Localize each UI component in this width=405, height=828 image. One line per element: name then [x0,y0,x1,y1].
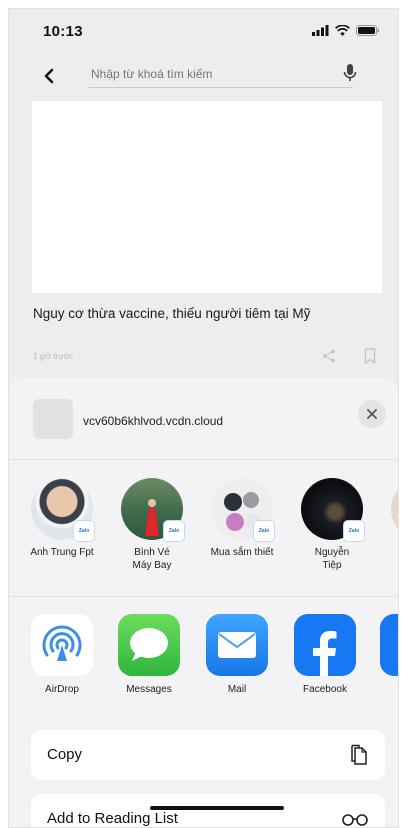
share-icon[interactable] [322,349,336,363]
phone-screen: 10:13 Nhập từ khoá tìm kiếm Nguy cơ thừa… [8,8,399,828]
zalo-badge: Zalo [343,520,365,542]
action-label: Copy [47,746,83,763]
app-mail[interactable]: Mail [202,614,272,695]
status-time: 10:13 [43,23,83,40]
wifi-icon [335,25,350,36]
person-contact[interactable]: T [377,478,398,559]
app-partial[interactable] [376,614,398,676]
person-name: Mua sắm thiết [210,547,274,558]
close-button[interactable] [358,400,386,428]
link-url: vcv60b6khlvod.vcdn.cloud [83,414,224,428]
search-input[interactable] [89,61,353,88]
app-label: AirDrop [45,684,79,695]
copy-action[interactable]: Copy [31,730,385,780]
zalo-badge: Zalo [253,520,275,542]
share-sheet: vcv60b6khlvod.vcdn.cloud Zalo Anh Trung … [9,378,398,827]
apps-row: AirDrop Messages Mail Facebook [9,614,398,704]
avatar: Zalo [31,478,95,542]
signal-icon [312,25,329,36]
bookmark-icon[interactable] [364,348,376,364]
divider [9,596,398,597]
link-thumbnail [33,399,73,439]
person-contact[interactable]: Zalo Anh Trung Fpt [17,478,107,559]
glasses-icon [342,814,368,826]
article-time: 1 giờ trước [33,352,73,361]
app-airdrop[interactable]: AirDrop [27,614,97,695]
avatar: Zalo [301,478,365,542]
avatar: Zalo [121,478,185,542]
zalo-badge: Zalo [73,520,95,542]
battery-icon [356,25,380,36]
actions-list: Copy Add to Reading List [31,730,385,827]
person-contact[interactable]: Zalo Nguyễn Tiệp [287,478,377,572]
app-facebook[interactable]: Facebook [290,614,360,695]
airdrop-icon [31,614,93,676]
app-label: Mail [227,684,247,695]
app-messages[interactable]: Messages [114,614,184,695]
person-contact[interactable]: Zalo Bình Vé Máy Bay [107,478,197,572]
close-icon [367,409,377,419]
zalo-badge: Zalo [163,520,185,542]
avatar [391,478,398,540]
person-name: Nguyễn Tiệp [314,547,350,571]
search-bar [9,59,398,93]
person-contact[interactable]: Zalo Mua sắm thiết [197,478,287,559]
back-arrow-icon[interactable] [41,67,59,85]
avatar: Zalo [211,478,275,542]
microphone-icon[interactable] [342,63,358,83]
article-image[interactable] [32,101,382,293]
facebook-icon [294,614,356,676]
status-icons [312,25,380,36]
copy-icon [351,744,367,765]
divider [9,459,398,460]
status-bar: 10:13 [9,9,398,53]
person-name: T [377,546,398,559]
reading-list-action[interactable]: Add to Reading List [31,794,385,827]
messages-icon [118,614,180,676]
app-label: Messages [126,684,172,695]
app-label: Facebook [303,684,347,695]
mail-icon [206,614,268,676]
people-row: Zalo Anh Trung Fpt Zalo Bình Vé Máy Bay [9,478,398,588]
person-name: Bình Vé Máy Bay [132,547,172,571]
article-headline[interactable]: Nguy cơ thừa vaccine, thiếu người tiêm t… [33,306,310,321]
person-name: Anh Trung Fpt [30,547,94,558]
action-label: Add to Reading List [47,810,178,827]
home-indicator[interactable] [150,806,284,810]
messenger-icon [380,614,398,676]
